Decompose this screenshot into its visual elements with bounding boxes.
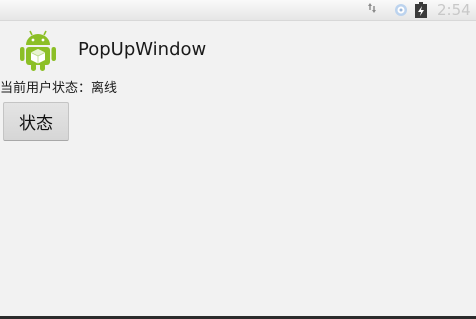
battery-charging-icon [414, 2, 428, 18]
app-title: PopUpWindow [78, 39, 207, 60]
status-bar: 2:54 [0, 0, 476, 21]
title-bar: PopUpWindow [0, 21, 476, 81]
gps-icon [393, 2, 409, 18]
status-time: 2:54 [437, 1, 471, 19]
android-robot-icon [18, 28, 58, 72]
user-state-text: 当前用户状态：离线 [0, 81, 118, 96]
signal-arrows-icon [364, 2, 380, 18]
state-button[interactable]: 状态 [3, 102, 69, 141]
